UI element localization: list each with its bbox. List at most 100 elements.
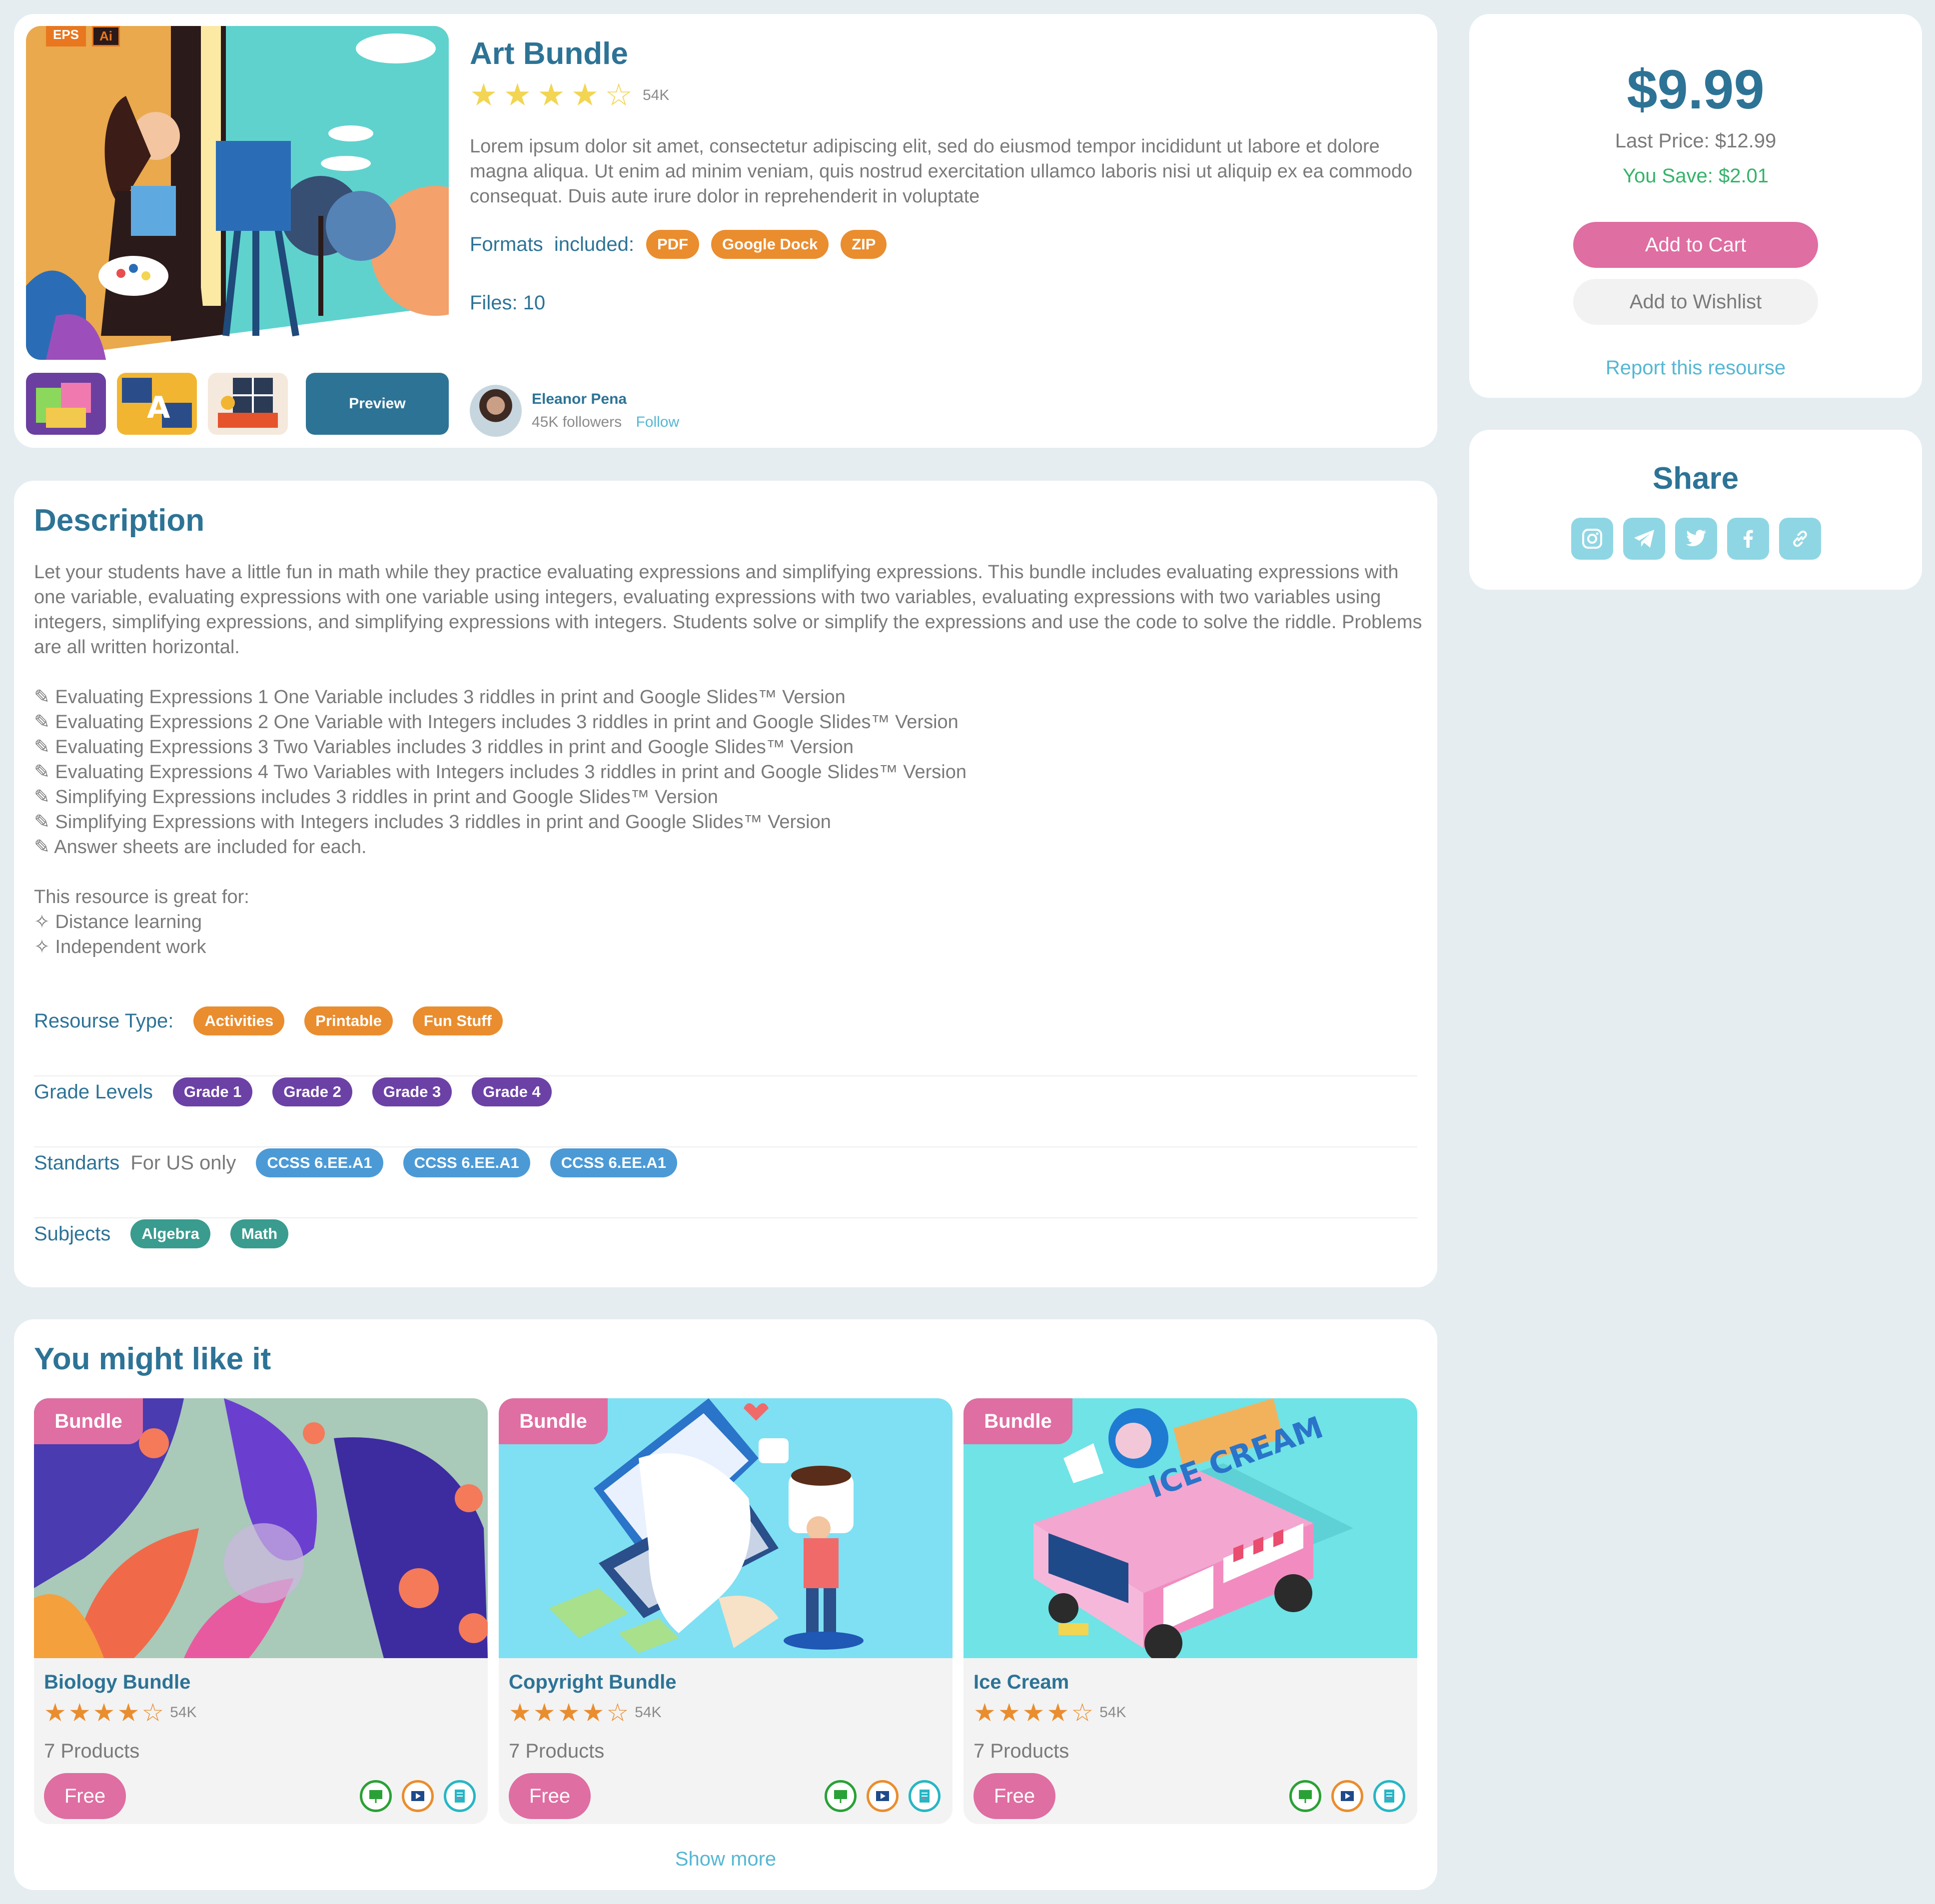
report-link[interactable]: Report this resourse	[1469, 357, 1922, 379]
product-description: Lorem ipsum dolor sit amet, consectetur …	[470, 136, 1413, 207]
products-count: 7 Products	[509, 1740, 605, 1762]
product-rating: ★ ★ ★ ★ ☆ 54K	[973, 1700, 1126, 1725]
product-format-icons	[360, 1780, 476, 1812]
follow-link[interactable]: Follow	[636, 414, 679, 430]
author-name[interactable]: Eleanor Pena	[532, 391, 679, 408]
subject-pill[interactable]: Math	[230, 1219, 289, 1248]
star-outline-icon: ☆	[141, 1699, 164, 1727]
list-item: ✎ Simplifying Expressions with Integers …	[34, 812, 831, 833]
star-icon: ★	[117, 1699, 140, 1727]
list-item: ✎ Evaluating Expressions 4 Two Variables…	[34, 762, 967, 783]
bundle-badge: Bundle	[964, 1398, 1072, 1444]
product-card-copyright[interactable]: Bundle Copyright Bundle ★ ★ ★ ★ ☆ 54K 7 …	[499, 1398, 953, 1824]
price-card: $9.99 Last Price: $12.99 You Save: $2.01…	[1469, 14, 1922, 398]
standard-pill[interactable]: CCSS 6.EE.A1	[403, 1148, 530, 1177]
product-card-biology[interactable]: Bundle Biology Bundle ★ ★ ★ ★ ☆ 54K 7 Pr…	[34, 1398, 488, 1824]
free-button[interactable]: Free	[44, 1773, 126, 1819]
recommendations-title: You might like it	[34, 1342, 271, 1376]
star-icon: ★	[1022, 1699, 1045, 1727]
standard-pill[interactable]: CCSS 6.EE.A1	[550, 1148, 677, 1177]
star-icon: ★	[557, 1699, 580, 1727]
instagram-icon[interactable]	[1571, 518, 1613, 560]
standards-label: Standarts	[34, 1151, 120, 1174]
list-item: ✎ Answer sheets are included for each.	[34, 837, 367, 858]
product-card: EPS Ai A Preview Art Bundle ★ ★ ★ ★ ☆ 54…	[14, 14, 1437, 448]
grade-levels-row: Grade Levels Grade 1 Grade 2 Grade 3 Gra…	[34, 1077, 1417, 1106]
preview-button[interactable]: Preview	[306, 373, 449, 435]
resource-type-pill[interactable]: Printable	[304, 1006, 393, 1035]
worksheet-icon	[1373, 1780, 1405, 1812]
product-image[interactable]: ICE CREAM Bundle	[964, 1398, 1417, 1658]
formats-label: Formats included:	[470, 233, 635, 255]
star-icon: ★	[537, 78, 565, 112]
bundle-badge: Bundle	[34, 1398, 143, 1444]
resource-type-pill[interactable]: Fun Stuff	[412, 1006, 503, 1035]
grade-pill[interactable]: Grade 4	[472, 1077, 552, 1106]
product-card-ice-cream[interactable]: ICE CREAM Bundle Ice Cream ★ ★ ★ ★ ☆ 54K…	[964, 1398, 1417, 1824]
product-image[interactable]: Bundle	[499, 1398, 953, 1658]
star-icon: ★	[997, 1699, 1020, 1727]
author-avatar[interactable]	[470, 385, 522, 437]
subjects-label: Subjects	[34, 1222, 111, 1245]
product-hero-image[interactable]: EPS Ai	[26, 26, 449, 360]
list-item: ✎ Evaluating Expressions 2 One Variable …	[34, 712, 959, 733]
standards-row: Standarts For US only CCSS 6.EE.A1 CCSS …	[34, 1148, 1417, 1177]
author-block: Eleanor Pena 45K followers Follow	[470, 385, 679, 437]
add-to-cart-button[interactable]: Add to Cart	[1573, 222, 1818, 268]
product-format-icons	[825, 1780, 941, 1812]
ai-tag: Ai	[92, 26, 120, 46]
format-pill[interactable]: Google Dock	[711, 230, 829, 259]
facebook-icon[interactable]	[1727, 518, 1769, 560]
product-title: Art Bundle	[470, 36, 628, 71]
thumbnail-2[interactable]: A	[117, 373, 197, 435]
grade-pill[interactable]: Grade 2	[272, 1077, 352, 1106]
thumbnail-3[interactable]	[208, 373, 288, 435]
star-icon: ★	[973, 1699, 996, 1727]
eps-tag: EPS	[46, 26, 86, 46]
resource-type-pill[interactable]: Activities	[193, 1006, 285, 1035]
free-button[interactable]: Free	[973, 1773, 1055, 1819]
star-outline-icon: ☆	[1071, 1699, 1094, 1727]
free-button[interactable]: Free	[509, 1773, 591, 1819]
product-format-icons	[1289, 1780, 1405, 1812]
presentation-icon	[360, 1780, 392, 1812]
product-title[interactable]: Copyright Bundle	[509, 1671, 677, 1694]
show-more-link[interactable]: Show more	[14, 1848, 1437, 1871]
product-title[interactable]: Ice Cream	[973, 1671, 1069, 1694]
product-title[interactable]: Biology Bundle	[44, 1671, 190, 1694]
list-item: ✧ Distance learning	[34, 912, 202, 933]
share-title: Share	[1652, 461, 1739, 496]
last-price: Last Price: $12.99	[1615, 130, 1777, 152]
products-count: 7 Products	[44, 1740, 140, 1762]
rating-count: 54K	[642, 87, 670, 103]
product-image[interactable]: Bundle	[34, 1398, 488, 1658]
grade-pill[interactable]: Grade 3	[372, 1077, 452, 1106]
star-icon: ★	[533, 1699, 556, 1727]
you-save: You Save: $2.01	[1622, 165, 1769, 187]
add-to-wishlist-button[interactable]: Add to Wishlist	[1573, 279, 1818, 325]
twitter-icon[interactable]	[1675, 518, 1717, 560]
star-icon: ★	[571, 78, 599, 112]
share-card: Share	[1469, 430, 1922, 590]
divider	[34, 1075, 1417, 1076]
description-intro: Let your students have a little fun in m…	[34, 562, 1422, 658]
presentation-icon	[1289, 1780, 1321, 1812]
format-pill[interactable]: PDF	[646, 230, 700, 259]
price: $9.99	[1627, 59, 1765, 120]
link-icon[interactable]	[1779, 518, 1821, 560]
grade-pill[interactable]: Grade 1	[172, 1077, 253, 1106]
author-followers: 45K followers	[532, 414, 622, 430]
video-icon	[1331, 1780, 1363, 1812]
presentation-icon	[825, 1780, 857, 1812]
star-icon: ★	[582, 1699, 605, 1727]
thumbnail-1[interactable]	[26, 373, 106, 435]
files-count: Files: 10	[470, 292, 546, 314]
rating-count: 54K	[635, 1704, 662, 1721]
standard-pill[interactable]: CCSS 6.EE.A1	[256, 1148, 383, 1177]
resource-type-label: Resourse Type:	[34, 1009, 174, 1032]
product-rating: ★ ★ ★ ★ ☆ 54K	[44, 1700, 197, 1725]
format-pill[interactable]: ZIP	[841, 230, 887, 259]
telegram-icon[interactable]	[1623, 518, 1665, 560]
star-icon: ★	[509, 1699, 531, 1727]
subject-pill[interactable]: Algebra	[130, 1219, 210, 1248]
